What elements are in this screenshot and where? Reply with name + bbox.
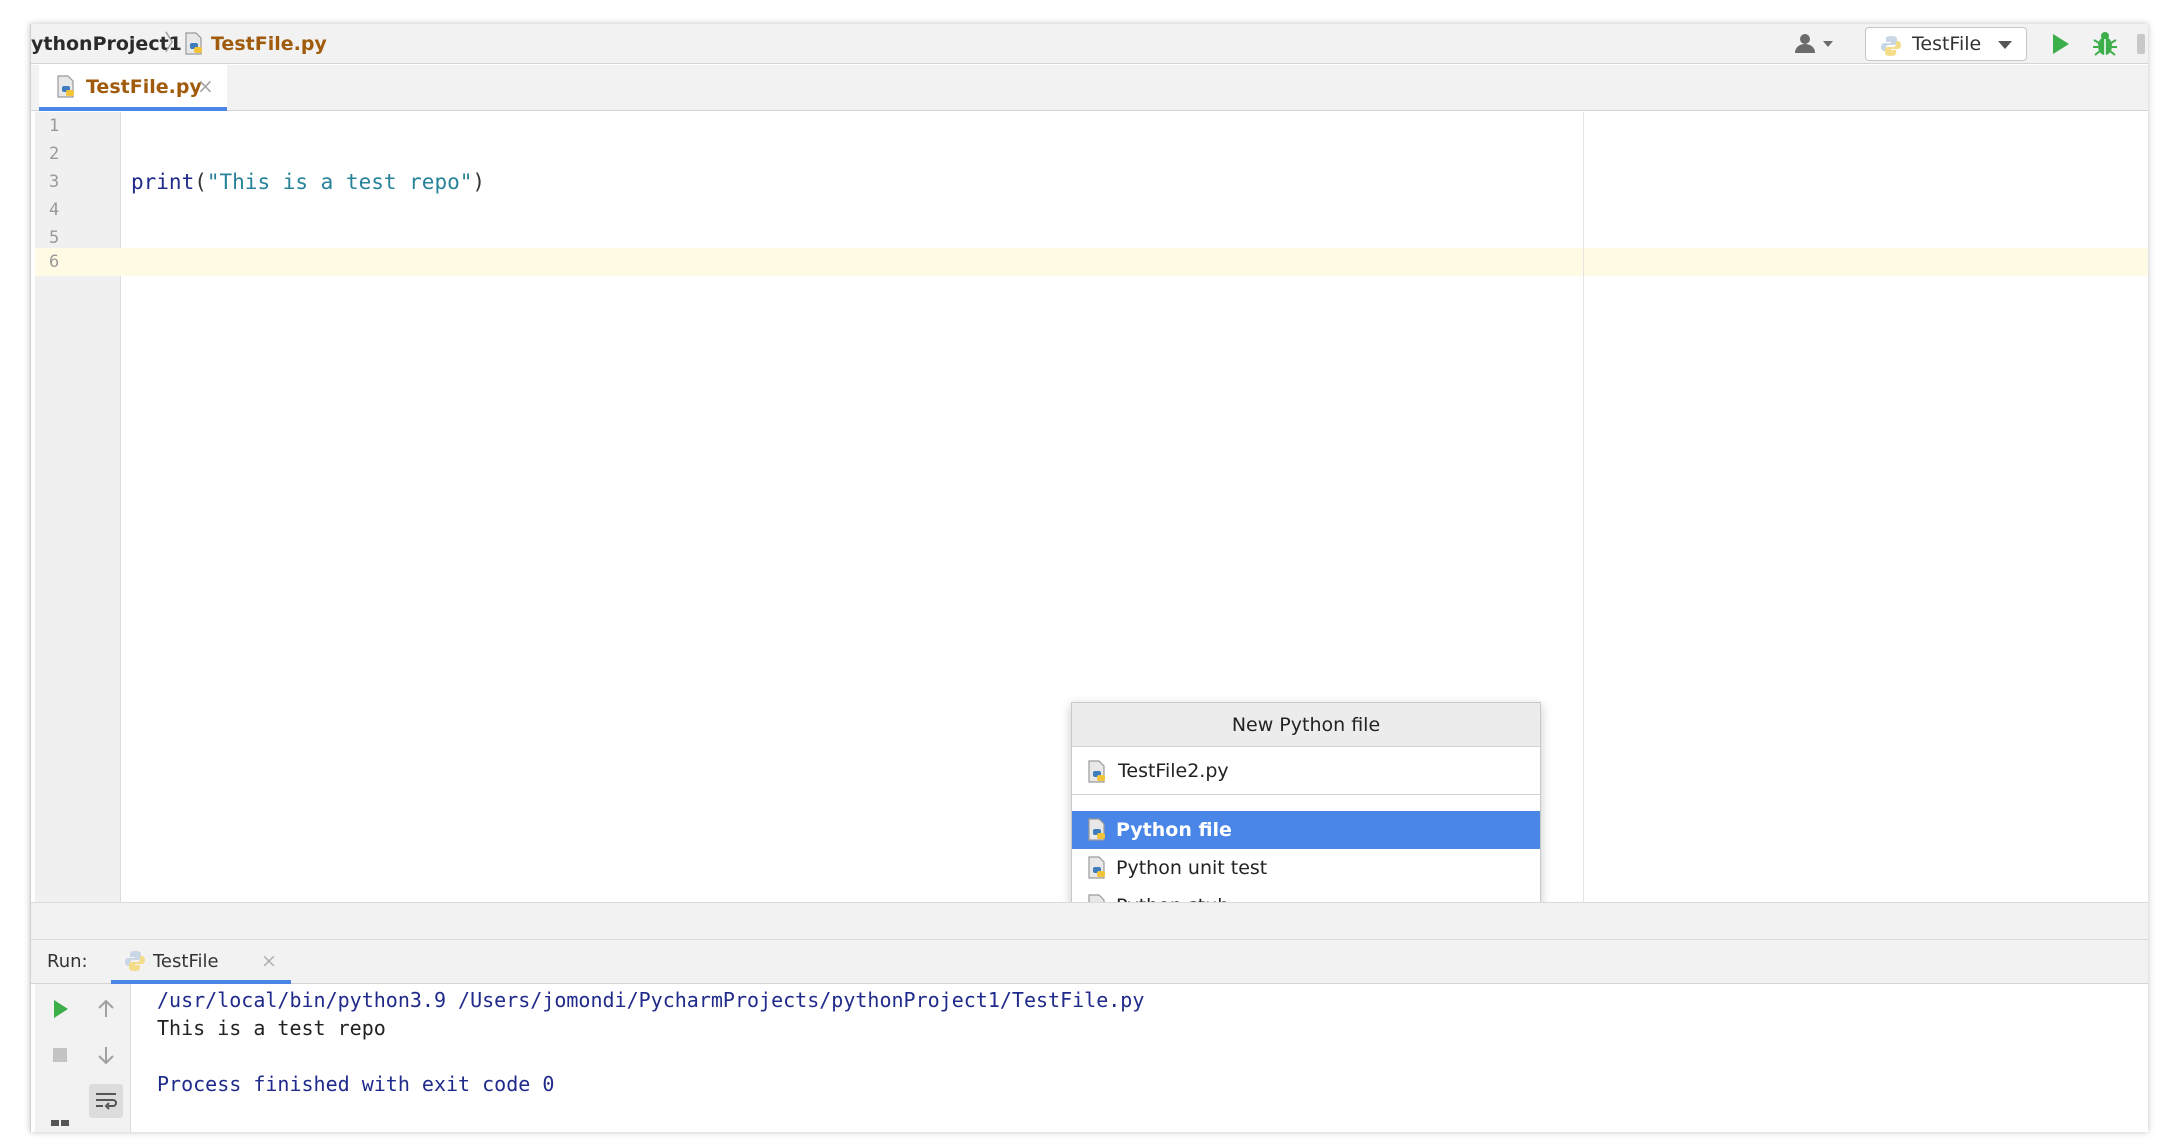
soft-wrap-button[interactable] [89,1084,123,1118]
run-configuration-selector[interactable]: TestFile [1865,27,2027,61]
line-number: 1 [49,116,60,136]
python-file-icon [183,32,205,60]
python-logo-icon [1879,34,1903,62]
caret-line-highlight [121,248,2148,276]
run-tool-window-header: Run: TestFile × [31,940,2148,984]
line-number: 6 [49,252,60,272]
run-panel-title: Run: [47,951,88,972]
stop-icon [53,1048,67,1062]
python-file-icon [1086,856,1108,884]
tab-label: TestFile.py [86,76,202,98]
stop-button[interactable] [43,1038,77,1072]
arrow-up-icon [98,999,114,1017]
python-file-icon [1086,760,1108,788]
debug-button[interactable] [2091,30,2119,58]
console-command-line: /usr/local/bin/python3.9 /Users/jomondi/… [157,988,1145,1012]
console-exit-line: Process finished with exit code 0 [157,1072,555,1096]
code-paren: ) [472,170,486,194]
soft-wrap-icon [96,1093,117,1110]
layout-icon [51,1120,69,1126]
run-configuration-label: TestFile [1912,33,1982,55]
line-number-gutter: 1 2 3 4 5 [35,112,121,902]
rerun-button[interactable] [43,992,77,1026]
python-file-icon [1086,818,1108,846]
toolbar-overflow-button[interactable] [2137,34,2145,54]
run-icon [2053,34,2069,54]
run-toolbar [35,984,131,1132]
editor-tab-bar: TestFile.py × [31,65,2148,111]
scroll-down-button[interactable] [89,1038,123,1072]
right-margin-guide [1583,112,1584,902]
option-label: Python unit test [1116,857,1268,879]
tab-testfile[interactable]: TestFile.py × [39,65,227,111]
run-button[interactable] [2047,31,2073,57]
close-icon[interactable]: × [197,74,214,98]
new-python-file-dialog: New Python file TestFile2.py Python file… [1071,702,1541,930]
user-button[interactable] [1791,31,1839,57]
arrow-down-icon [98,1047,114,1065]
line-number: 4 [49,200,60,220]
run-console[interactable]: /usr/local/bin/python3.9 /Users/jomondi/… [157,984,2137,1132]
option-python-file[interactable]: Python file [1072,811,1540,849]
breadcrumb-project[interactable]: ythonProject1 [31,31,182,57]
close-icon[interactable]: × [261,949,277,973]
editor-status-strip [31,902,2148,940]
console-output-line: This is a test repo [157,1016,386,1040]
option-python-unit-test[interactable]: Python unit test [1072,849,1540,887]
user-icon [1795,34,1833,53]
python-logo-icon [123,949,147,977]
navigation-bar: ythonProject1 〉 TestFile.py TestFile [31,24,2148,64]
ide-window: ythonProject1 〉 TestFile.py TestFile Tes… [30,24,2148,1132]
caret-line-gutter-highlight: 6 [35,248,121,276]
code-keyword: print [131,170,195,194]
layout-button[interactable] [43,1112,77,1132]
debug-icon [2093,32,2117,56]
line-number: 3 [49,172,60,192]
file-name-field[interactable] [1072,747,1540,795]
dialog-title: New Python file [1072,703,1540,747]
tab-run-testfile[interactable]: TestFile × [111,940,291,984]
option-label: Python file [1116,819,1232,841]
code-paren: ( [194,170,207,194]
file-name-input[interactable] [1118,758,1518,784]
python-file-icon [55,75,77,103]
scroll-up-button[interactable] [89,992,123,1026]
chevron-down-icon [1998,41,2012,49]
run-icon [54,1000,68,1018]
line-number: 2 [49,144,60,164]
code-line[interactable]: print("This is a test repo") [131,168,485,196]
code-string: "This is a test repo" [206,170,473,194]
code-editor[interactable]: 1 2 3 4 5 6 print("This is a test repo")… [31,112,2148,930]
run-tab-label: TestFile [153,951,219,972]
breadcrumb-file[interactable]: TestFile.py [211,31,327,57]
